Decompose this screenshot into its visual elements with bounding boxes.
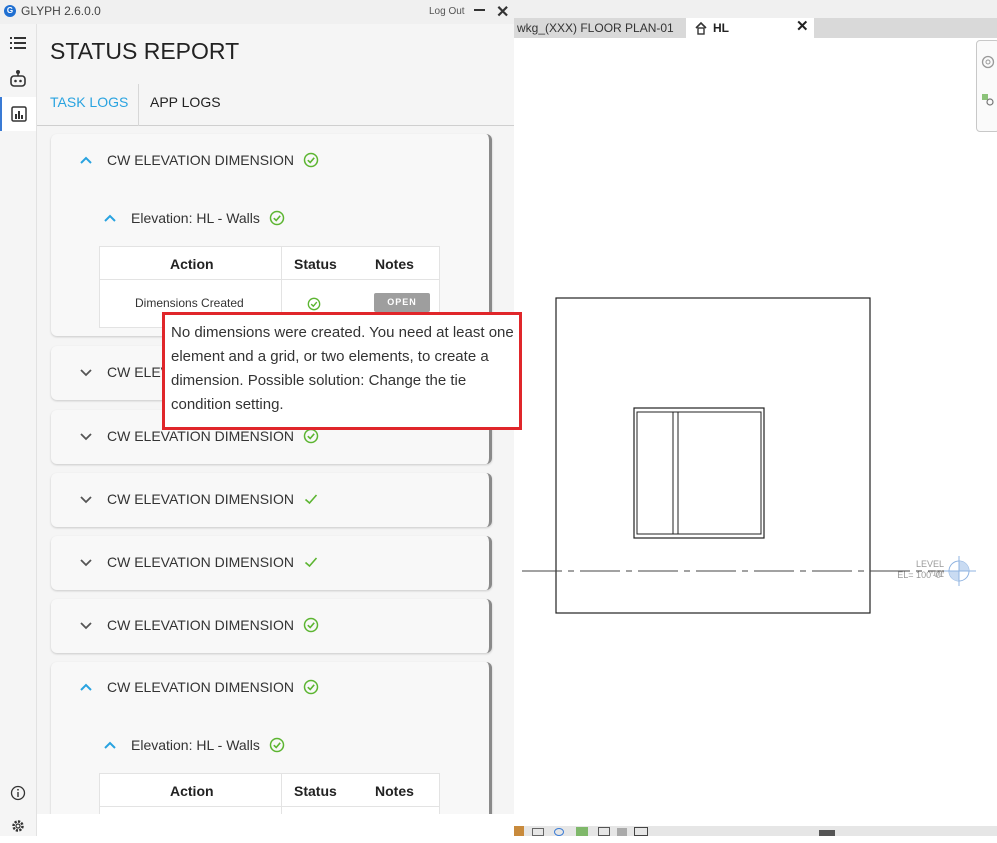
circle-check-icon [269, 737, 285, 753]
col-header-status: Status [294, 783, 337, 799]
close-tab-icon[interactable]: ✕ [796, 17, 809, 35]
scale-icon[interactable] [514, 826, 524, 836]
scroll-thumb[interactable] [819, 830, 835, 836]
column-divider [281, 774, 282, 814]
drawing-canvas[interactable]: LEVEL 01 EL= 100'-0" [514, 38, 997, 828]
circle-check-icon [303, 152, 319, 168]
view-top-strip [514, 0, 997, 18]
circle-check-icon [303, 679, 319, 695]
task-card-title: CW ELEVATION DIMENSION [107, 679, 294, 695]
tab-elevation-label: HL [713, 21, 729, 35]
app-title: GLYPH 2.6.0.0 [21, 4, 101, 18]
elevation-view-icon [695, 21, 707, 35]
elevation-subtitle: Elevation: HL - Walls [131, 737, 260, 753]
circle-check-icon [307, 297, 321, 311]
level-elevation: EL= 100'-0" [897, 570, 944, 580]
logout-link[interactable]: Log Out [429, 6, 465, 17]
task-card-title: CW ELEVATION DIMENSION [107, 491, 294, 507]
view-tab-bar: wkg_(XXX) FLOOR PLAN-01 HL ✕ [514, 18, 997, 38]
notes-tooltip: No dimensions were created. You need at … [162, 312, 522, 430]
chevron-up-icon[interactable] [103, 211, 117, 225]
chevron-up-icon[interactable] [103, 738, 117, 752]
chevron-up-icon[interactable] [79, 680, 93, 694]
app-logo: G [4, 5, 16, 17]
chevron-down-icon[interactable] [79, 366, 93, 380]
task-card: CW ELEVATION DIMENSION Elevation: HL - W… [51, 662, 492, 814]
report-chart-icon[interactable] [0, 97, 36, 131]
chevron-down-icon[interactable] [79, 430, 93, 444]
plugin-titlebar: G GLYPH 2.6.0.0 Log Out ✕ [0, 0, 514, 24]
detail-level-icon[interactable] [532, 828, 544, 836]
task-card[interactable]: CW ELEVATION DIMENSION [51, 536, 492, 590]
visual-style-icon[interactable] [554, 828, 564, 836]
minimize-icon[interactable] [474, 9, 485, 11]
task-card-title: CW ELEVATION DIMENSION [107, 617, 294, 633]
col-header-action: Action [170, 256, 214, 272]
col-header-status: Status [294, 256, 337, 272]
tab-task-logs-label[interactable]: TASK LOGS [50, 94, 128, 110]
tooltip-text: No dimensions were created. You need at … [171, 324, 514, 413]
info-icon[interactable] [0, 776, 36, 810]
tab-floor-plan[interactable]: wkg_(XXX) FLOOR PLAN-01 [514, 18, 686, 38]
action-table: Action Status Notes [99, 773, 440, 814]
navigation-bar[interactable] [976, 40, 997, 132]
task-card: CW ELEVATION DIMENSION Elevation: HL - W… [51, 134, 492, 336]
circle-check-icon [303, 617, 319, 633]
gear-icon[interactable] [0, 809, 36, 843]
task-card-title: CW ELEVATION DIMENSION [107, 554, 294, 570]
close-icon[interactable]: ✕ [496, 2, 509, 22]
crop-icon[interactable] [617, 828, 627, 836]
list-icon[interactable] [0, 26, 36, 60]
task-card[interactable]: CW ELEVATION DIMENSION [51, 599, 492, 653]
tab-elevation-hl[interactable]: HL ✕ [686, 18, 814, 38]
page-title: STATUS REPORT [50, 38, 240, 64]
check-icon [304, 557, 318, 568]
check-icon [304, 494, 318, 505]
icon-rail [0, 24, 37, 836]
crop-region-icon[interactable] [634, 827, 648, 836]
col-header-notes: Notes [375, 783, 414, 799]
tab-floor-plan-label: wkg_(XXX) FLOOR PLAN-01 [517, 21, 674, 35]
log-tabs: TASK LOGS APP LOGS [37, 84, 514, 126]
circle-check-icon [303, 428, 319, 444]
zoom-icon[interactable] [981, 93, 995, 107]
robot-icon[interactable] [0, 62, 36, 96]
elevation-drawing [522, 297, 976, 614]
sun-path-icon[interactable] [576, 827, 588, 836]
chevron-down-icon[interactable] [79, 619, 93, 633]
chevron-up-icon[interactable] [79, 153, 93, 167]
col-header-notes: Notes [375, 256, 414, 272]
task-card[interactable]: CW ELEVATION DIMENSION [51, 473, 492, 527]
chevron-down-icon[interactable] [79, 493, 93, 507]
tab-app-logs[interactable]: APP LOGS [150, 94, 221, 110]
col-header-action: Action [170, 783, 214, 799]
steering-wheel-icon[interactable] [981, 55, 995, 69]
elevation-subtitle: Elevation: HL - Walls [131, 210, 260, 226]
action-cell: Dimensions Created [135, 296, 244, 310]
shadows-icon[interactable] [598, 827, 610, 836]
task-card-title: CW ELEVATION DIMENSION [107, 152, 294, 168]
chevron-down-icon[interactable] [79, 556, 93, 570]
task-card-title: CW ELEVATION DIMENSION [107, 428, 294, 444]
circle-check-icon [269, 210, 285, 226]
view-control-bar [514, 826, 997, 836]
open-notes-button[interactable]: OPEN [374, 293, 430, 312]
